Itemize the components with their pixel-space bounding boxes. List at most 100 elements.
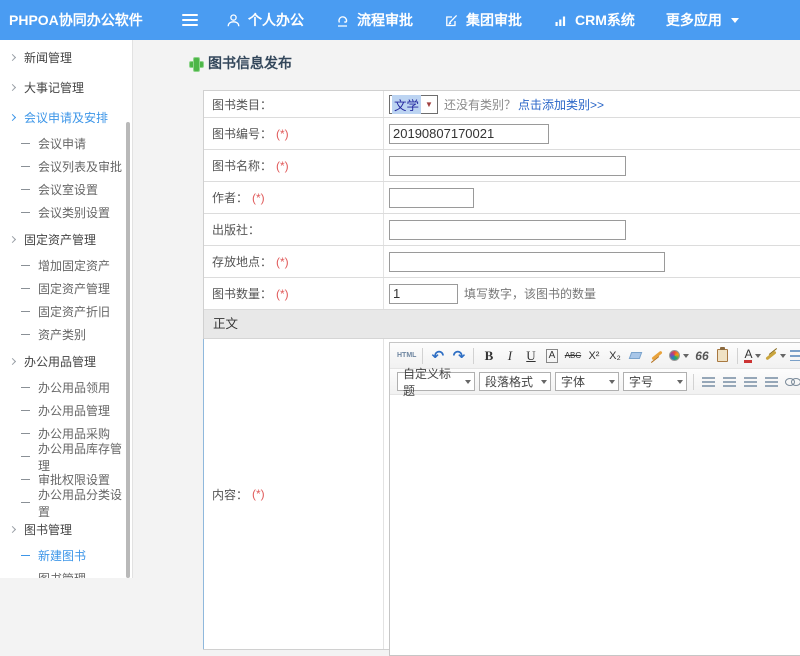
font-size-select[interactable]: 字号 [623,372,687,391]
ordered-list-icon[interactable] [789,345,800,366]
nav-workflow-approval[interactable]: 流程审批 [335,10,413,30]
sidebar-item[interactable]: 固定资产折旧 [0,300,132,323]
field-label: 存放地点： (*) [204,246,384,277]
align-center-icon[interactable] [720,371,739,392]
blockquote-icon[interactable]: 66 [692,345,711,366]
paste-icon[interactable] [713,345,732,366]
sidebar-item[interactable]: 办公用品管理 [0,399,132,422]
highlight-pen-icon[interactable] [764,345,787,366]
dash-icon [21,502,30,503]
book-form: 图书类目：文学▼还没有类别？点击添加类别>>图书编号：(*)图书名称：(*)作者… [203,90,800,650]
required-mark: (*) [276,159,289,173]
sidebar-group-label: 固定资产管理 [24,231,96,248]
sidebar-group[interactable]: 固定资产管理 [0,224,132,254]
sidebar-group[interactable]: 新闻管理 [0,42,132,72]
text-input[interactable] [389,252,665,272]
sidebar-group-label: 会议申请及安排 [24,109,108,126]
align-left-icon[interactable] [699,371,718,392]
heading-select[interactable]: 自定义标题 [397,372,475,391]
font-family-select[interactable]: 字体 [555,372,619,391]
sidebar-item[interactable]: 办公用品领用 [0,376,132,399]
rich-text-editor: HTML↶↷BIUAABCX²X₂66A 自定义标题段落格式字体字号 [389,342,800,656]
nav-more-apps[interactable]: 更多应用 [666,10,739,30]
sidebar-item-label: 会议室设置 [38,181,98,198]
sidebar-item[interactable]: 会议室设置 [0,178,132,201]
required-mark: (*) [276,255,289,269]
link-icon[interactable] [783,371,800,392]
align-right-icon[interactable] [741,371,760,392]
sidebar-item[interactable]: 资产类别 [0,323,132,346]
category-select[interactable]: 文学▼ [389,95,438,114]
sidebar-item-label: 固定资产折旧 [38,303,110,320]
sidebar-item[interactable]: 办公用品分类设置 [0,491,132,514]
sidebar-group-label: 图书管理 [24,521,72,538]
eraser-icon[interactable] [626,345,645,366]
hamburger-menu-icon[interactable] [182,14,198,26]
sidebar-group[interactable]: 会议申请及安排 [0,102,132,132]
sidebar-item[interactable]: 办公用品库存管理 [0,445,132,468]
page-title: 图书信息发布 [189,53,292,73]
field-label-text: 图书编号： [212,125,272,142]
toolbar-separator [737,348,738,364]
field-label-text: 存放地点： [212,253,272,270]
text-input[interactable] [389,156,626,176]
underline-icon[interactable]: U [521,345,540,366]
sidebar-item-label: 会议列表及审批 [38,158,122,175]
sidebar-group[interactable]: 大事记管理 [0,72,132,102]
format-brush-icon[interactable] [647,345,666,366]
field-label: 图书类目： [204,91,384,117]
align-justify-icon[interactable] [762,371,781,392]
caret-down-icon [731,18,739,23]
dash-icon [21,555,30,556]
redo-icon[interactable]: ↷ [449,345,468,366]
sidebar-item[interactable]: 固定资产管理 [0,277,132,300]
italic-icon[interactable]: I [500,345,519,366]
paragraph-select[interactable]: 段落格式 [479,372,551,391]
chevron-right-icon [9,53,16,60]
font-color-icon[interactable]: A [743,345,762,366]
sidebar-item[interactable]: 图书管理 [0,567,132,578]
text-input[interactable] [389,284,458,304]
text-input[interactable] [389,124,549,144]
bold-icon[interactable]: B [479,345,498,366]
sidebar-item-label: 会议类别设置 [38,204,110,221]
sidebar-item[interactable]: 会议列表及审批 [0,155,132,178]
font-size-select-value: 字号 [629,373,653,390]
field-cell [384,118,800,149]
field-label: 图书名称： (*) [204,150,384,181]
undo-icon[interactable]: ↶ [428,345,447,366]
sidebar-item[interactable]: 新建图书 [0,544,132,567]
field-label-text: 图书名称： [212,157,272,174]
form-row: 存放地点： (*) [204,246,800,278]
required-mark: (*) [276,287,289,301]
paint-format-icon[interactable] [668,345,690,366]
sidebar-item[interactable]: 会议类别设置 [0,201,132,224]
workflow-icon [335,13,350,28]
nav-workflow-approval-label: 流程审批 [357,10,413,30]
superscript-icon[interactable]: X² [584,345,603,366]
sidebar-item[interactable]: 增加固定资产 [0,254,132,277]
nav-group-approval[interactable]: 集团审批 [444,10,522,30]
add-category-link[interactable]: 点击添加类别>> [518,96,604,113]
nav-crm-system-label: CRM系统 [575,10,635,30]
content-label: 内容： (*) [204,339,384,649]
nav-personal-office[interactable]: 个人办公 [226,10,304,30]
nav-crm-system[interactable]: CRM系统 [553,10,635,30]
text-input[interactable] [389,220,626,240]
content-field: HTML↶↷BIUAABCX²X₂66A 自定义标题段落格式字体字号 [384,339,800,649]
sidebar-group-label: 大事记管理 [24,79,84,96]
subscript-icon[interactable]: X₂ [605,345,624,366]
sidebar-scrollbar[interactable] [126,122,130,578]
nav-more-apps-label: 更多应用 [666,10,722,30]
dash-icon [21,410,30,411]
top-nav: 个人办公 流程审批 集团审批 CRM系统 更多应用 [226,10,770,30]
sidebar-group[interactable]: 办公用品管理 [0,346,132,376]
sidebar-item[interactable]: 会议申请 [0,132,132,155]
html-source-icon[interactable]: HTML [396,345,417,366]
text-input[interactable] [389,188,474,208]
field-hint: 填写数字，该图书的数量 [464,285,596,302]
editor-content-area[interactable] [390,395,800,655]
strikethrough-icon[interactable]: ABC [563,345,582,366]
font-border-icon[interactable]: A [542,345,561,366]
heading-select-value: 自定义标题 [403,365,462,399]
